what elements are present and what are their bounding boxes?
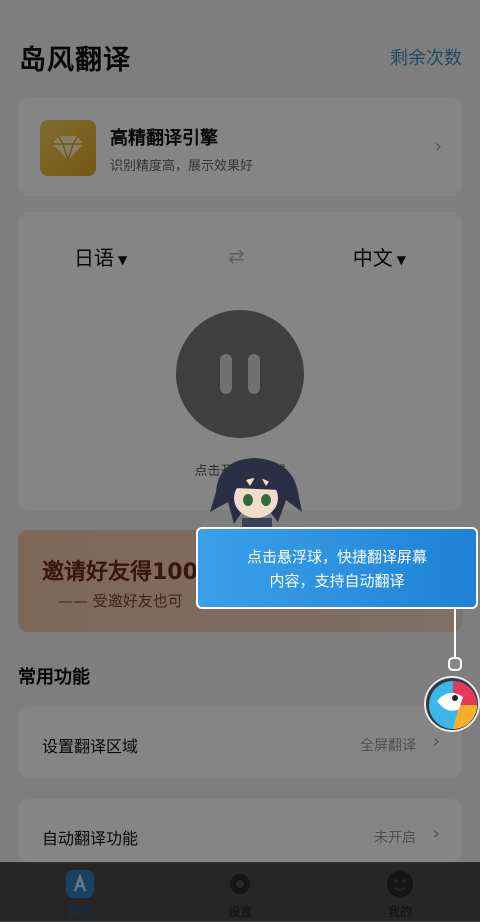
tooltip-line-1: 点击悬浮球，快捷翻译屏幕 [246, 548, 427, 566]
tooltip-leader-dot [448, 657, 462, 671]
tooltip-leader-line [454, 609, 456, 662]
float-ball[interactable] [424, 676, 480, 732]
float-ball-tooltip: 点击悬浮球，快捷翻译屏幕 内容，支持自动翻译 [196, 527, 478, 609]
parrot-icon [429, 681, 477, 729]
mascot-illustration [206, 452, 306, 534]
tooltip-line-2: 内容，支持自动翻译 [269, 572, 405, 590]
